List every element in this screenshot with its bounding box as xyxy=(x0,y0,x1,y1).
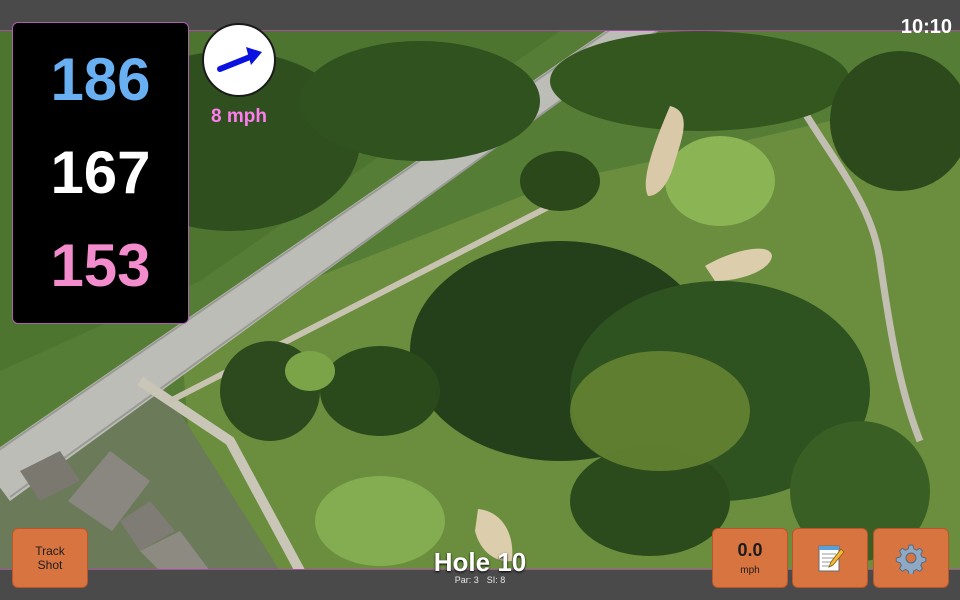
wind-speed-label: 8 mph xyxy=(211,106,267,127)
track-shot-label-line1: Track xyxy=(35,544,65,558)
gear-icon xyxy=(895,544,927,574)
wind-direction-dial xyxy=(202,23,276,97)
clock: 10:10 xyxy=(900,16,952,38)
hole-info: Hole 10 Par: 3 SI: 8 xyxy=(400,548,560,585)
hole-title: Hole 10 xyxy=(433,547,527,577)
hole-par: Par: 3 xyxy=(454,575,479,585)
wind-speed-unit: mph xyxy=(740,565,760,576)
track-shot-label-line2: Shot xyxy=(37,558,63,572)
notes-button[interactable] xyxy=(792,528,868,588)
middle-distance: 167 xyxy=(50,138,151,206)
track-shot-button[interactable]: Track Shot xyxy=(12,528,88,588)
hole-meta: Par: 3 SI: 8 xyxy=(400,575,560,585)
distance-panel: 186 167 153 xyxy=(12,22,189,324)
wind-speed-value: 0.0 xyxy=(737,540,763,560)
wind-speed-button[interactable]: 0.0 mph xyxy=(712,528,788,588)
notepad-icon xyxy=(818,545,845,572)
front-distance: 153 xyxy=(50,232,151,300)
hole-stroke-index: SI: 8 xyxy=(486,575,506,585)
wind-arrow-icon xyxy=(217,47,262,72)
settings-button[interactable] xyxy=(873,528,949,588)
back-distance: 186 xyxy=(50,45,151,113)
